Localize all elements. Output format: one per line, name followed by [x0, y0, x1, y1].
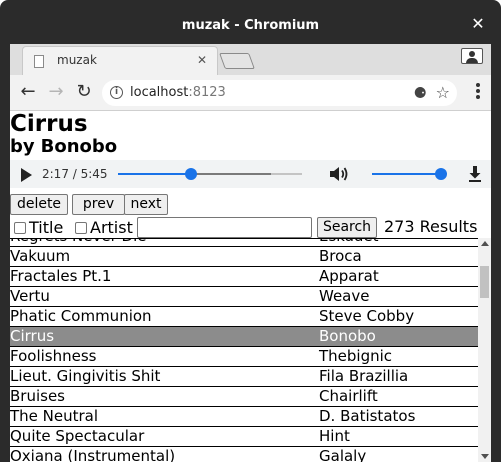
artist-checkbox-label: Artist [90, 218, 133, 237]
window-frame-left [0, 44, 10, 462]
download-icon[interactable] [468, 165, 482, 183]
search-input[interactable] [137, 217, 312, 238]
track-artist-cell: Weave [319, 287, 370, 305]
address-bar[interactable]: i localhost:8123 ⚈ ☆ [102, 80, 457, 106]
url-host: localhost [130, 85, 189, 100]
browser-toolbar: ← → ↻ i localhost:8123 ⚈ ☆ [10, 75, 491, 111]
track-title-cell: Fractales Pt.1 [10, 267, 112, 285]
tab-label: muzak [57, 53, 97, 67]
site-info-icon[interactable]: i [110, 86, 123, 99]
profile-icon[interactable] [461, 48, 483, 64]
table-row[interactable]: Lieut. Gingivitis Shit Fila Brazillia [10, 367, 478, 387]
track-title-cell: Vertu [10, 287, 50, 305]
window-frame-right [491, 44, 501, 462]
table-row-selected[interactable]: Cirrus Bonobo [10, 327, 478, 347]
track-artist-cell: Galaly [319, 447, 367, 462]
table-row[interactable]: Regrets Never Die Eskadet [10, 239, 478, 247]
table-row[interactable]: Oxiana (Instrumental) Galaly [10, 447, 478, 462]
table-row[interactable]: Foolishness Thebignic [10, 347, 478, 367]
track-artist-cell: Bonobo [319, 327, 376, 345]
table-row[interactable]: The Neutral D. Batistatos [10, 407, 478, 427]
track-list-scrollbar[interactable] [478, 238, 491, 462]
volume-level [372, 173, 441, 175]
track-artist-cell: Apparat [319, 267, 379, 285]
bookmark-star-icon[interactable]: ☆ [436, 83, 450, 102]
volume-icon[interactable] [328, 164, 350, 184]
scroll-up-icon[interactable] [481, 241, 489, 246]
scroll-down-icon[interactable] [481, 454, 489, 459]
track-title-cell: Bruises [10, 387, 65, 405]
next-button[interactable]: next [124, 194, 168, 215]
track-rows: Regrets Never Die Eskadet Vakuum Broca Fract… [10, 239, 478, 462]
now-playing-title: Cirrus [10, 111, 88, 137]
title-checkbox-label: Title [29, 218, 64, 237]
artist-checkbox[interactable] [75, 222, 87, 234]
menu-dot-icon [476, 83, 480, 87]
track-artist-cell: Hint [319, 427, 350, 445]
track-artist-cell: Steve Cobby [319, 307, 415, 325]
player-time: 2:17 / 5:45 [42, 167, 108, 181]
tab-strip: muzak ✕ [10, 44, 491, 75]
scroll-thumb[interactable] [480, 266, 489, 298]
track-artist-cell: Thebignic [319, 347, 393, 365]
tab-muzak[interactable]: muzak ✕ [22, 46, 218, 75]
seek-handle[interactable] [185, 168, 198, 180]
now-playing-artist: Bonobo [40, 136, 118, 157]
results-count: 273 Results [384, 217, 478, 236]
url-text[interactable]: localhost:8123 [130, 85, 226, 100]
delete-button[interactable]: delete [10, 194, 68, 215]
forward-button[interactable]: → [45, 81, 67, 103]
table-row[interactable]: Vakuum Broca [10, 247, 478, 267]
cookie-icon[interactable]: ⚈ [414, 84, 427, 102]
volume-slider[interactable] [372, 168, 447, 180]
browser-menu-button[interactable] [475, 82, 481, 102]
by-label: by [10, 136, 35, 157]
window-close-button[interactable]: ✕ [471, 16, 485, 32]
back-button[interactable]: ← [17, 81, 39, 103]
play-icon[interactable] [21, 168, 32, 182]
search-button[interactable]: Search [317, 217, 377, 238]
track-title-cell: Oxiana (Instrumental) [10, 447, 176, 462]
seek-progress [118, 173, 192, 175]
track-list[interactable]: Regrets Never Die Eskadet Vakuum Broca Fract… [10, 238, 478, 462]
track-artist-cell: Eskadet [319, 239, 379, 246]
menu-dot-icon [476, 89, 480, 93]
table-row[interactable]: Phatic Communion Steve Cobby [10, 307, 478, 327]
menu-dot-icon [476, 95, 480, 99]
tab-close-icon[interactable]: ✕ [197, 53, 207, 67]
track-artist-cell: D. Batistatos [319, 407, 416, 425]
title-checkbox[interactable] [14, 222, 26, 234]
track-artist-cell: Fila Brazillia [319, 367, 409, 385]
seek-slider[interactable] [118, 168, 302, 180]
track-title-cell: Lieut. Gingivitis Shit [10, 367, 161, 385]
window-title: muzak - Chromium [181, 18, 320, 33]
track-title-cell: Phatic Communion [10, 307, 152, 325]
page-content: Cirrus by Bonobo 2:17 / 5:45 delete prev … [10, 111, 491, 462]
track-title-cell: Quite Spectacular [10, 427, 145, 445]
audio-player: 2:17 / 5:45 [10, 160, 491, 188]
url-port: :8123 [188, 85, 226, 100]
reload-button[interactable]: ↻ [73, 81, 95, 103]
prev-button[interactable]: prev [72, 194, 125, 215]
table-row[interactable]: Bruises Chairlift [10, 387, 478, 407]
table-row[interactable]: Quite Spectacular Hint [10, 427, 478, 447]
track-artist-cell: Chairlift [319, 387, 378, 405]
track-title-cell: Foolishness [10, 347, 97, 365]
track-title-cell: The Neutral [10, 407, 99, 425]
window-titlebar: muzak - Chromium ✕ [0, 0, 501, 44]
page-favicon-icon [34, 55, 44, 68]
volume-handle[interactable] [435, 168, 447, 180]
track-title-cell: Regrets Never Die [10, 239, 146, 246]
table-row[interactable]: Vertu Weave [10, 287, 478, 307]
track-title-cell: Cirrus [10, 327, 55, 345]
track-title-cell: Vakuum [10, 247, 71, 265]
new-tab-button[interactable] [219, 53, 255, 69]
search-row: Title Artist Search 273 Results [10, 217, 491, 239]
track-artist-cell: Broca [319, 247, 362, 265]
table-row[interactable]: Fractales Pt.1 Apparat [10, 267, 478, 287]
now-playing-artist-line: by Bonobo [10, 136, 117, 158]
